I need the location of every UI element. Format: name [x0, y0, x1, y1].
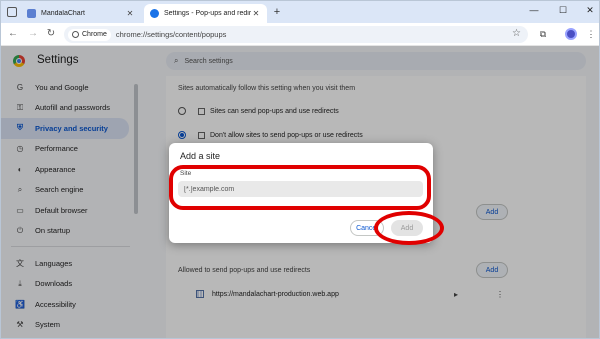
bookmark-star-icon[interactable]: ☆	[512, 28, 521, 39]
tab-title: MandalaChart	[41, 10, 85, 17]
reload-icon[interactable]: ↻	[45, 28, 57, 40]
menu-icon[interactable]: ⋮	[585, 28, 597, 40]
annotation-ring-site-field	[169, 165, 431, 210]
close-tab-icon[interactable]: ✕	[251, 9, 261, 18]
annotation-ring-add-button	[374, 211, 444, 245]
extensions-icon[interactable]: ⧉	[537, 28, 549, 40]
dialog-title: Add a site	[180, 151, 221, 161]
back-icon[interactable]: ←	[7, 28, 19, 40]
chip-label: Chrome	[82, 31, 107, 38]
settings-gear-icon	[150, 9, 159, 18]
mandalachart-favicon-icon	[27, 9, 36, 18]
chrome-chip[interactable]: Chrome	[68, 28, 111, 41]
tab-title: Settings - Pop-ups and redirects	[164, 10, 251, 17]
url-text[interactable]: chrome://settings/content/popups	[116, 30, 226, 39]
tab-search-icon[interactable]	[7, 7, 17, 17]
close-window-button[interactable]: ✕	[583, 5, 597, 16]
browser-window: MandalaChart ✕ Settings - Pop-ups and re…	[0, 0, 600, 339]
tab-settings[interactable]: Settings - Pop-ups and redirects ✕	[144, 4, 267, 23]
profile-avatar[interactable]	[565, 28, 577, 40]
tab-mandalachart[interactable]: MandalaChart ✕	[21, 4, 141, 23]
new-tab-button[interactable]: +	[271, 6, 283, 18]
address-bar[interactable]: Chrome chrome://settings/content/popups …	[64, 26, 528, 43]
forward-icon[interactable]: →	[27, 28, 39, 40]
chrome-icon	[72, 31, 79, 38]
minimize-button[interactable]: —	[527, 5, 541, 15]
close-tab-icon[interactable]: ✕	[125, 9, 135, 18]
tab-strip: MandalaChart ✕ Settings - Pop-ups and re…	[1, 1, 599, 23]
browser-toolbar: ← → ↻ Chrome chrome://settings/content/p…	[1, 23, 599, 46]
maximize-button[interactable]: ☐	[556, 5, 570, 16]
